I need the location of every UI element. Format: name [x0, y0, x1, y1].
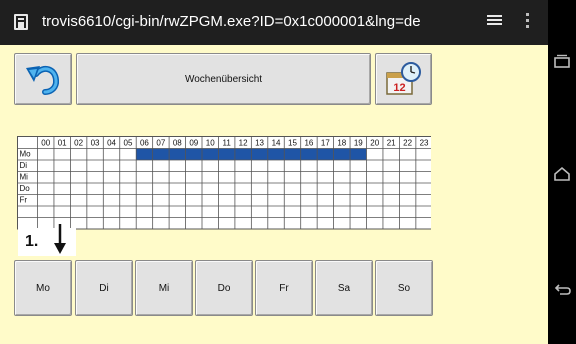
- back-icon[interactable]: [552, 280, 572, 300]
- hour-label: 11: [223, 139, 232, 148]
- day-label: Mo: [20, 150, 32, 159]
- day-label: Do: [20, 184, 31, 193]
- day-button-label: Mo: [36, 282, 50, 294]
- day-button-fr[interactable]: Fr: [255, 260, 313, 316]
- hour-label: 09: [189, 139, 198, 148]
- day-button-di[interactable]: Di: [75, 260, 133, 316]
- down-arrow-icon: [54, 224, 66, 254]
- week-schedule-grid: 00 01 02 03 04 05 06 07 08 09 10 11 12 13 14 15 16 17 18 19…: [17, 136, 431, 252]
- day-button-so[interactable]: So: [375, 260, 433, 316]
- step-annotation: 1.: [18, 224, 76, 256]
- hour-label: 06: [140, 139, 149, 148]
- hour-label: 18: [337, 139, 346, 148]
- calendar-number: 12: [393, 82, 405, 94]
- hour-label: 07: [156, 139, 165, 148]
- title-button[interactable]: Wochenübersicht: [76, 53, 371, 105]
- day-label: Fr: [20, 196, 28, 205]
- hour-label: 22: [403, 139, 412, 148]
- hour-label: 00: [41, 139, 50, 148]
- hour-label: 20: [370, 139, 379, 148]
- day-button-label: Di: [99, 282, 109, 294]
- day-button-label: Do: [217, 282, 231, 294]
- schedule-button[interactable]: 12: [375, 53, 432, 105]
- page-title: Wochenübersicht: [184, 73, 263, 85]
- hour-label: 01: [58, 139, 67, 148]
- step-number: 1.: [25, 233, 39, 250]
- day-label: Di: [20, 161, 28, 170]
- back-button[interactable]: [14, 53, 72, 105]
- overflow-dots-icon[interactable]: [526, 13, 530, 31]
- hour-label: 23: [420, 139, 429, 148]
- hour-label: 02: [74, 139, 83, 148]
- hour-label: 13: [255, 139, 264, 148]
- day-button-mo[interactable]: Mo: [14, 260, 72, 316]
- home-icon[interactable]: [552, 164, 572, 184]
- browser-status-bar: trovis6610/cgi-bin/rwZPGM.exe?ID=0x1c000…: [0, 0, 548, 45]
- day-button-label: Sa: [337, 282, 351, 294]
- day-button-label: Fr: [279, 282, 289, 294]
- hour-label: 08: [173, 139, 182, 148]
- hamburger-menu-icon[interactable]: [487, 15, 502, 29]
- hour-label: 03: [91, 139, 100, 148]
- hour-label: 05: [124, 139, 133, 148]
- day-button-do[interactable]: Do: [195, 260, 253, 316]
- undo-arrow-icon: [26, 65, 59, 95]
- hour-label: 21: [387, 139, 396, 148]
- hour-label: 14: [272, 139, 281, 148]
- page-icon: [14, 14, 28, 30]
- hour-label: 17: [321, 139, 330, 148]
- hour-label: 16: [304, 139, 313, 148]
- hour-label: 04: [107, 139, 116, 148]
- day-button-label: So: [397, 282, 411, 294]
- url-text[interactable]: trovis6610/cgi-bin/rwZPGM.exe?ID=0x1c000…: [42, 11, 421, 33]
- hour-label: 15: [288, 139, 297, 148]
- hour-label: 10: [206, 139, 215, 148]
- hour-label: 19: [354, 139, 363, 148]
- recents-icon[interactable]: [552, 52, 572, 72]
- day-button-sa[interactable]: Sa: [315, 260, 373, 316]
- day-button-label: Mi: [158, 282, 170, 294]
- calendar-clock-icon: 12: [385, 62, 421, 95]
- hour-label: 12: [239, 139, 248, 148]
- day-button-mi[interactable]: Mi: [135, 260, 193, 316]
- day-label: Mi: [20, 173, 29, 182]
